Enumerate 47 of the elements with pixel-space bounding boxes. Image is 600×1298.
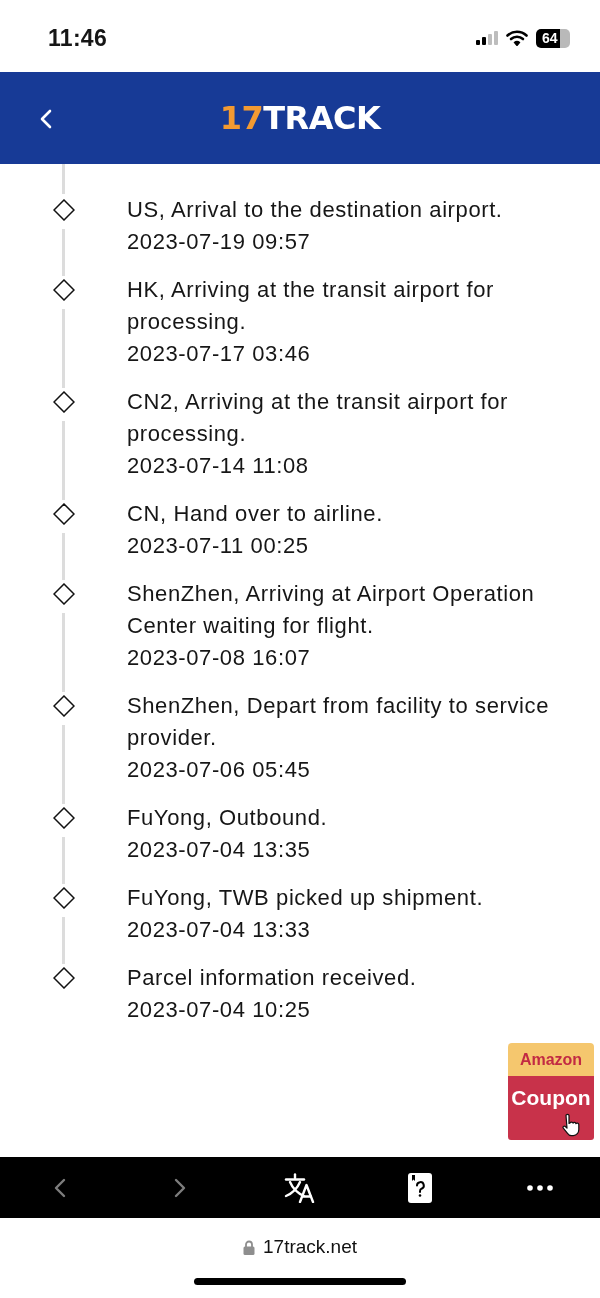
battery-percent: 64 xyxy=(536,28,570,48)
event-time: 2023-07-11 00:25 xyxy=(127,532,310,560)
event-description: HK, Arriving at the transit airport for processing. xyxy=(127,276,495,336)
diamond-icon xyxy=(52,391,75,413)
diamond-icon xyxy=(52,695,75,717)
diamond-icon xyxy=(52,199,75,221)
question-card-icon xyxy=(408,1172,432,1203)
timeline-line xyxy=(62,164,65,194)
event-description: CN, Hand over to airline. xyxy=(127,500,384,528)
timeline-line xyxy=(62,917,65,964)
event-description: ShenZhen, Arriving at Airport Operation Center waiting for flight. xyxy=(127,580,536,640)
event-time: 2023-07-17 03:46 xyxy=(127,340,312,368)
event-time: 2023-07-04 10:25 xyxy=(127,996,312,1024)
event-time: 2023-07-04 13:33 xyxy=(127,916,312,944)
diamond-icon xyxy=(52,807,75,829)
event-description: FuYong, TWB picked up shipment. xyxy=(127,884,485,912)
more-icon xyxy=(527,1184,553,1191)
wifi-icon xyxy=(506,30,528,46)
diamond-icon xyxy=(52,967,75,989)
event-description: CN2, Arriving at the transit airport for processing. xyxy=(127,388,510,448)
event-time: 2023-07-06 05:45 xyxy=(127,756,312,784)
status-time: 11:46 xyxy=(48,24,108,52)
chevron-left-icon xyxy=(40,109,52,129)
event-description: FuYong, Outbound. xyxy=(127,804,329,832)
event-time: 2023-07-14 11:08 xyxy=(127,452,310,480)
coupon-brand-label[interactable]: Amazon xyxy=(508,1043,594,1076)
chevron-left-icon xyxy=(54,1177,66,1198)
diamond-icon xyxy=(52,583,75,605)
timeline-line xyxy=(62,837,65,884)
event-description: US, Arrival to the destination airport. xyxy=(127,196,504,224)
diamond-icon xyxy=(52,887,75,909)
chevron-right-icon xyxy=(174,1177,186,1198)
signal-icon xyxy=(476,31,498,45)
timeline-line xyxy=(62,229,65,276)
brand-logo: 17TRACK xyxy=(219,102,381,134)
event-time: 2023-07-08 16:07 xyxy=(127,644,312,672)
event-description: ShenZhen, Depart from facility to service provider. xyxy=(127,692,550,752)
address-url[interactable]: 17track.net xyxy=(263,1236,357,1258)
timeline-line xyxy=(62,533,65,580)
event-time: 2023-07-04 13:35 xyxy=(127,836,312,864)
coupon-button[interactable]: Coupon xyxy=(508,1076,594,1140)
diamond-icon xyxy=(52,279,75,301)
translate-icon xyxy=(284,1172,316,1203)
event-time: 2023-07-19 09:57 xyxy=(127,228,312,256)
diamond-icon xyxy=(52,503,75,525)
lock-icon xyxy=(243,1239,255,1255)
event-description: Parcel information received. xyxy=(127,964,418,992)
